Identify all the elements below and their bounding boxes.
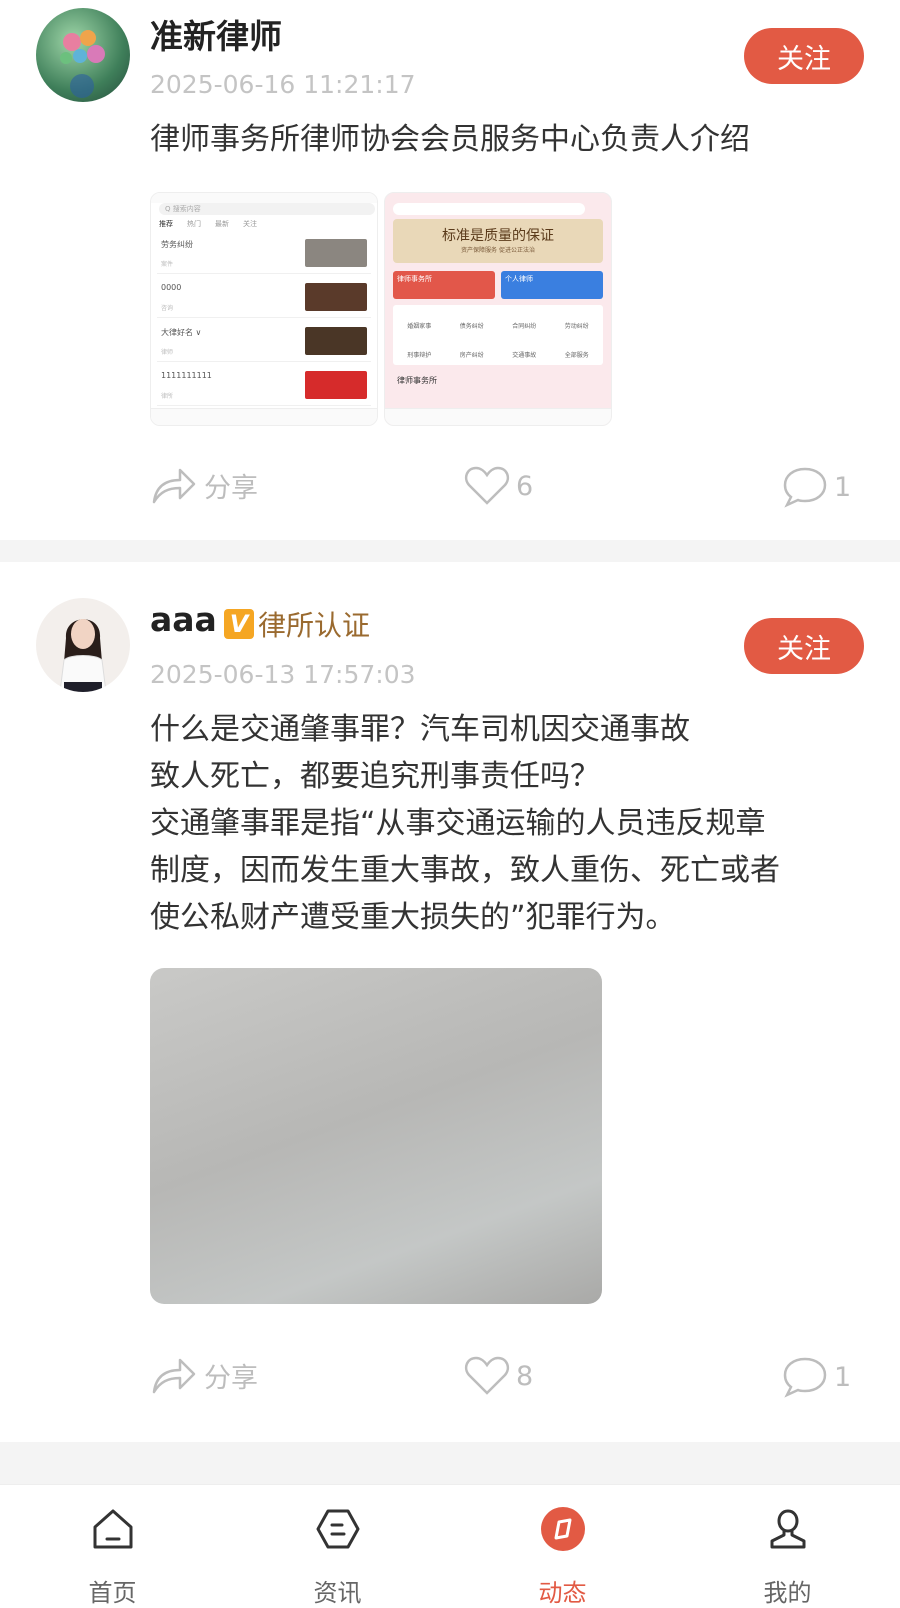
mini-grid-item: 婚姻家事 [407, 323, 432, 330]
username[interactable]: 准新律师 [150, 10, 282, 58]
like-button[interactable]: 6 [464, 466, 533, 506]
comment-count: 1 [834, 471, 852, 503]
post-time: 2025-06-13 17:57:03 [150, 660, 416, 689]
profile-icon [770, 1509, 805, 1549]
home-icon [93, 1509, 132, 1549]
mini-tabbar [385, 408, 611, 425]
username[interactable]: aaa [150, 600, 217, 639]
post-image-2[interactable]: 标准是质量的保证 资产保障服务 促进公正法治 律师事务所 个人律师 婚姻家事 债… [384, 192, 612, 426]
mini-tab: 最新 [215, 220, 229, 228]
like-button[interactable]: 8 [464, 1356, 533, 1396]
share-button[interactable]: 分享 [150, 464, 258, 506]
news-icon [316, 1509, 359, 1549]
mini-banner: 标准是质量的保证 资产保障服务 促进公正法治 [393, 219, 603, 263]
post-card: aaa V 律所认证 2025-06-13 17:57:03 关注 什么是交通肇… [0, 562, 900, 1442]
mini-grid-item: 债务纠纷 [459, 323, 484, 330]
bottom-tab-bar: 首页 资讯 动态 我的 [0, 1484, 900, 1607]
post-time: 2025-06-16 11:21:17 [150, 70, 416, 99]
mini-card-firm: 律师事务所 [393, 271, 495, 299]
moments-icon [540, 1507, 585, 1551]
mini-grid-item: 房产纠纷 [459, 352, 484, 359]
mini-list-item: 劳务纠纷 案件 [157, 235, 371, 274]
mini-tab: 热门 [187, 220, 201, 228]
flower-avatar-image [60, 30, 105, 98]
post-content: 什么是交通肇事罪？汽车司机因交通事故 致人死亡，都要追究刑事责任吗？ 交通肇事罪… [150, 712, 780, 935]
follow-button[interactable]: 关注 [744, 28, 864, 84]
tab-news[interactable]: 资讯 [225, 1485, 450, 1607]
mini-grid-item: 交通事故 [512, 352, 537, 359]
post-content: 律师事务所律师协会会员服务中心负责人介绍 [150, 122, 750, 157]
mini-tabs: 推荐 热门 最新 关注 [159, 219, 369, 231]
post-image[interactable] [150, 968, 602, 1304]
comment-count: 1 [834, 1361, 852, 1393]
share-button[interactable]: 分享 [150, 1354, 258, 1396]
follow-button[interactable]: 关注 [744, 618, 864, 674]
mini-banner-title: 标准是质量的保证 [442, 228, 554, 244]
comment-icon [783, 467, 827, 508]
mini-grid-item: 合同纠纷 [512, 323, 537, 330]
mini-list-item: 1111111111 律所 [157, 367, 371, 406]
like-count: 8 [516, 1360, 534, 1392]
post-divider [0, 540, 900, 562]
avatar[interactable] [36, 598, 130, 692]
comment-icon [783, 1357, 827, 1398]
mini-card-lawyer: 个人律师 [501, 271, 603, 299]
verified-label: 律所认证 [258, 609, 371, 642]
post-divider [0, 1442, 900, 1484]
tab-label: 动态 [538, 1579, 587, 1607]
share-icon [152, 468, 196, 504]
mini-grid-item: 刑事辩护 [407, 352, 432, 359]
mini-search-bar [393, 203, 585, 215]
mini-footer-title: 律师事务所 [397, 376, 437, 385]
tab-moments[interactable]: 动态 [450, 1485, 675, 1607]
mini-grid-item: 全部服务 [564, 352, 589, 359]
heart-icon [464, 466, 510, 505]
tab-label: 我的 [763, 1579, 812, 1607]
tab-label: 首页 [88, 1579, 137, 1607]
mini-status-bar [151, 193, 377, 203]
avatar[interactable] [36, 8, 130, 102]
mini-banner-sub: 资产保障服务 促进公正法治 [461, 247, 535, 254]
mini-list-item: 大律好名 ∨ 律师 [157, 323, 371, 362]
share-label: 分享 [204, 1362, 258, 1394]
share-label: 分享 [204, 472, 258, 504]
share-icon [152, 1358, 196, 1394]
heart-icon [464, 1356, 510, 1395]
mini-grid-item: 劳动纠纷 [564, 323, 589, 330]
verified-icon: V [224, 609, 254, 639]
post-image-1[interactable]: Q 搜索内容 推荐 热门 最新 关注 劳务纠纷 案件 0000 咨询 大律好名 ∨ 律… [150, 192, 378, 426]
mini-list-item: 0000 咨询 [157, 279, 371, 318]
mini-search-bar: Q 搜索内容 [159, 203, 375, 215]
tab-profile[interactable]: 我的 [675, 1485, 900, 1607]
mini-tab: 推荐 [159, 220, 173, 228]
tab-label: 资讯 [313, 1579, 362, 1607]
comment-button[interactable]: 1 [782, 1356, 851, 1398]
post-card: 准新律师 2025-06-16 11:21:17 关注 律师事务所律师协会会员服… [0, 0, 900, 540]
tab-home[interactable]: 首页 [0, 1485, 225, 1607]
mini-service-grid: 婚姻家事 债务纠纷 合同纠纷 劳动纠纷 刑事辩护 房产纠纷 交通事故 全部服务 [393, 305, 603, 365]
like-count: 6 [516, 470, 534, 502]
mini-tabbar [151, 408, 377, 425]
mini-tab: 关注 [243, 220, 257, 228]
verified-badge: V 律所认证 [224, 604, 370, 644]
comment-button[interactable]: 1 [782, 466, 851, 508]
woman-avatar-image [59, 619, 107, 692]
